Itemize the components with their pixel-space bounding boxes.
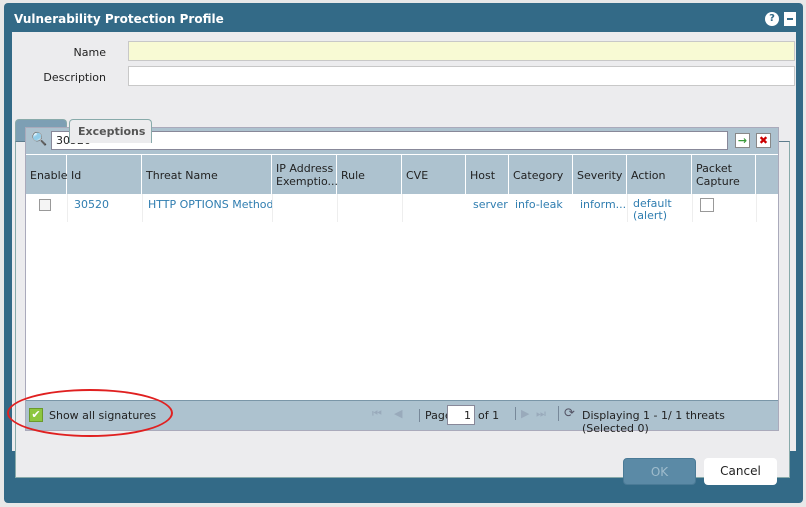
highlight-ellipse xyxy=(7,389,173,437)
apply-filter-icon[interactable]: → xyxy=(735,133,750,148)
description-input[interactable] xyxy=(128,66,795,86)
name-label: Name xyxy=(73,46,106,59)
refresh-icon[interactable]: ⟳ xyxy=(558,406,575,421)
last-page-icon: ⏭ xyxy=(536,407,546,420)
divider xyxy=(756,194,757,222)
col-severity[interactable]: Severity xyxy=(573,155,627,195)
next-page-icon: ▶ xyxy=(515,407,529,420)
name-input[interactable] xyxy=(128,41,795,61)
search-input[interactable]: 30520 xyxy=(51,131,728,150)
cell-action[interactable]: default (alert) xyxy=(633,198,683,222)
col-rule[interactable]: Rule xyxy=(337,155,402,195)
cancel-button[interactable]: Cancel xyxy=(704,458,777,485)
divider xyxy=(142,194,143,222)
first-page-icon: ⏮ xyxy=(372,407,382,420)
cell-id[interactable]: 30520 xyxy=(74,198,109,211)
col-packet-capture[interactable]: Packet Capture xyxy=(692,155,756,195)
clear-filter-icon[interactable]: ✖ xyxy=(756,133,771,148)
ok-button[interactable]: OK xyxy=(623,458,696,485)
col-category[interactable]: Category xyxy=(509,155,573,195)
divider xyxy=(337,194,338,222)
divider xyxy=(692,194,693,222)
dialog-title: Vulnerability Protection Profile xyxy=(14,12,224,26)
displaying-status: Displaying 1 - 1/ 1 threats (Selected 0) xyxy=(582,409,725,435)
grid-header: Enable Id Threat Name IP Address Exempti… xyxy=(26,154,778,195)
divider xyxy=(67,194,68,222)
cell-host: server xyxy=(473,198,508,211)
divider xyxy=(627,194,628,222)
cell-threat-name[interactable]: HTTP OPTIONS Method xyxy=(148,198,274,211)
col-threat-name[interactable]: Threat Name xyxy=(142,155,272,195)
tab-exceptions[interactable]: Exceptions xyxy=(69,119,152,143)
packet-capture-checkbox[interactable] xyxy=(700,198,714,212)
minimize-icon[interactable] xyxy=(784,12,796,26)
prev-page-icon: ◀ xyxy=(394,407,403,420)
of-pages-label: of 1 xyxy=(478,409,500,422)
description-label: Description xyxy=(43,71,106,84)
enable-checkbox[interactable] xyxy=(39,199,51,211)
divider xyxy=(272,194,273,222)
col-ip-exemption[interactable]: IP Address Exemptio... xyxy=(272,155,338,195)
col-host[interactable]: Host xyxy=(466,155,509,195)
col-action[interactable]: Action xyxy=(627,155,692,195)
page-input[interactable]: 1 xyxy=(447,405,475,425)
divider xyxy=(402,194,403,222)
col-cve[interactable]: CVE xyxy=(402,155,466,195)
help-icon[interactable]: ? xyxy=(765,12,779,26)
cell-category: info-leak xyxy=(515,198,563,211)
threat-grid: 🔍 30520 → ✖ Enable Id Threat Name IP Add… xyxy=(25,127,779,435)
cell-severity: inform... xyxy=(580,198,627,211)
col-id[interactable]: Id xyxy=(67,155,142,195)
col-enable[interactable]: Enable xyxy=(26,155,67,195)
search-icon: 🔍 xyxy=(31,132,48,147)
